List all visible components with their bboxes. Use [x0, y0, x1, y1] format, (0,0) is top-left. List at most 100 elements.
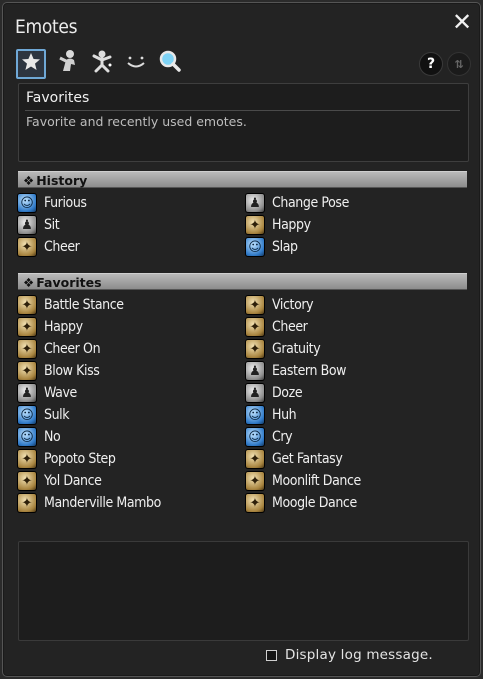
- emotes-window: Emotes ✕ ? ⇅ Favorites Favorite and rece…: [2, 2, 481, 677]
- emote-label: Popoto Step: [44, 451, 116, 467]
- description-panel: Favorites Favorite and recently used emo…: [18, 83, 469, 162]
- emote-item[interactable]: ✦ Battle Stance: [17, 294, 124, 316]
- emote-item[interactable]: ☺ No: [17, 426, 61, 448]
- help-button[interactable]: ?: [419, 52, 443, 76]
- popoto-step-icon: ✦: [17, 449, 37, 469]
- expressions-tab[interactable]: [122, 49, 150, 77]
- cheer-icon: ✦: [245, 317, 265, 337]
- favorites-header: ❖ Favorites: [18, 273, 467, 290]
- happy-icon: ✦: [17, 317, 37, 337]
- emote-item[interactable]: ✦ Happy: [245, 214, 311, 236]
- emote-item[interactable]: ☺ Slap: [245, 236, 298, 258]
- emote-label: Moogle Dance: [272, 495, 357, 511]
- wave-icon: ♟: [17, 383, 37, 403]
- sit-icon: ♟: [17, 215, 37, 235]
- close-icon[interactable]: ✕: [452, 10, 472, 34]
- emote-label: Happy: [44, 319, 83, 335]
- emote-label: Slap: [272, 239, 298, 255]
- happy-icon: ✦: [245, 215, 265, 235]
- emote-label: No: [44, 429, 61, 445]
- window-title: Emotes: [15, 16, 78, 38]
- manderville-mambo-icon: ✦: [17, 493, 37, 513]
- emote-label: Huh: [272, 407, 297, 423]
- star-icon: [21, 52, 41, 76]
- sulk-icon: ☺: [17, 405, 37, 425]
- emote-label: Happy: [272, 217, 311, 233]
- emote-item[interactable]: ☺ Huh: [245, 404, 297, 426]
- emote-item[interactable]: ✦ Cheer On: [17, 338, 101, 360]
- log-checkbox[interactable]: [266, 649, 277, 661]
- emote-label: Get Fantasy: [272, 451, 343, 467]
- blow-kiss-icon: ✦: [17, 361, 37, 381]
- cry-icon: ☺: [245, 427, 265, 447]
- diamond-icon: ❖: [23, 275, 35, 290]
- emote-label: Manderville Mambo: [44, 495, 161, 511]
- emote-label: Cheer: [272, 319, 308, 335]
- emote-label: Moonlift Dance: [272, 473, 361, 489]
- yol-dance-icon: ✦: [17, 471, 37, 491]
- person-icon: [57, 49, 79, 77]
- battle-stance-icon: ✦: [17, 295, 37, 315]
- emote-label: Yol Dance: [44, 473, 102, 489]
- victory-icon: ✦: [245, 295, 265, 315]
- description-text: Favorite and recently used emotes.: [26, 114, 247, 129]
- doze-icon: ♟: [245, 383, 265, 403]
- eastern-bow-icon: ♟: [245, 361, 265, 381]
- category-tabs: ? ⇅: [16, 49, 476, 79]
- dancer-icon: [90, 49, 114, 77]
- change-pose-icon: ♟: [245, 193, 265, 213]
- emote-item[interactable]: ✦ Happy: [17, 316, 83, 338]
- emote-item[interactable]: ♟ Eastern Bow: [245, 360, 346, 382]
- emote-item[interactable]: ☺ Sulk: [17, 404, 70, 426]
- history-label: History: [36, 173, 88, 188]
- search-tab[interactable]: [156, 49, 184, 77]
- emote-label: Sit: [44, 217, 60, 233]
- emote-label: Battle Stance: [44, 297, 124, 313]
- emote-item[interactable]: ✦ Yol Dance: [17, 470, 102, 492]
- log-option-label: Display log message.: [285, 647, 433, 663]
- display-log-option[interactable]: Display log message.: [266, 647, 433, 663]
- emote-label: Doze: [272, 385, 303, 401]
- log-panel: [18, 541, 469, 641]
- emote-item[interactable]: ✦ Victory: [245, 294, 314, 316]
- emote-label: Gratuity: [272, 341, 321, 357]
- emote-item[interactable]: ✦ Popoto Step: [17, 448, 116, 470]
- emote-label: Furious: [44, 195, 87, 211]
- emote-item[interactable]: ♟ Wave: [17, 382, 77, 404]
- emote-item[interactable]: ✦ Cheer: [245, 316, 308, 338]
- emote-item[interactable]: ✦ Cheer: [17, 236, 80, 258]
- slap-icon: ☺: [245, 237, 265, 257]
- description-title: Favorites: [26, 90, 90, 106]
- search-icon: [158, 49, 182, 77]
- no-icon: ☺: [17, 427, 37, 447]
- emote-item[interactable]: ✦ Blow Kiss: [17, 360, 100, 382]
- favorites-label: Favorites: [36, 275, 102, 290]
- emote-item[interactable]: ♟ Sit: [17, 214, 60, 236]
- moonlift-dance-icon: ✦: [245, 471, 265, 491]
- emote-item[interactable]: ✦ Moonlift Dance: [245, 470, 361, 492]
- cheer-icon: ✦: [17, 237, 37, 257]
- emote-item[interactable]: ✦ Get Fantasy: [245, 448, 343, 470]
- get-fantasy-icon: ✦: [245, 449, 265, 469]
- emote-item[interactable]: ✦ Moogle Dance: [245, 492, 357, 514]
- emote-label: Cry: [272, 429, 293, 445]
- favorites-tab[interactable]: [16, 49, 46, 79]
- special-tab[interactable]: [88, 49, 116, 77]
- emote-item[interactable]: ✦ Manderville Mambo: [17, 492, 161, 514]
- emote-item[interactable]: ♟ Doze: [245, 382, 303, 404]
- divider: [25, 110, 460, 111]
- cheer-on-icon: ✦: [17, 339, 37, 359]
- emote-label: Change Pose: [272, 195, 349, 211]
- emote-item[interactable]: ✦ Gratuity: [245, 338, 321, 360]
- emote-label: Cheer On: [44, 341, 101, 357]
- sort-button[interactable]: ⇅: [447, 52, 471, 76]
- emote-item[interactable]: ♟ Change Pose: [245, 192, 349, 214]
- emote-item[interactable]: ☺ Furious: [17, 192, 87, 214]
- diamond-icon: ❖: [23, 173, 35, 188]
- general-tab[interactable]: [54, 49, 82, 77]
- emote-label: Victory: [272, 297, 314, 313]
- emote-item[interactable]: ☺ Cry: [245, 426, 293, 448]
- huh-icon: ☺: [245, 405, 265, 425]
- emote-label: Eastern Bow: [272, 363, 347, 379]
- emote-label: Cheer: [44, 239, 80, 255]
